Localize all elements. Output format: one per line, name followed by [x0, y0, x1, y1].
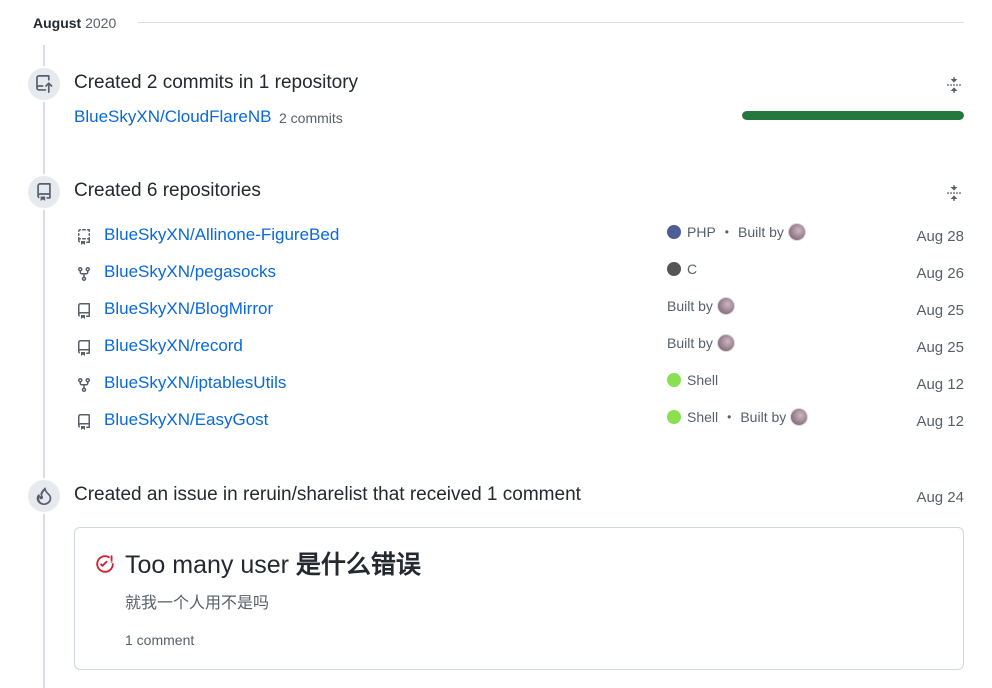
month-name: August: [33, 15, 82, 31]
repo-language: C: [687, 261, 698, 277]
push-icon: [26, 66, 62, 102]
issue-title-cjk: 是什么错误: [295, 551, 421, 579]
repo-link[interactable]: BlueSkyXN/Allinone-FigureBed: [104, 224, 339, 246]
built-by-label: Built by: [667, 298, 713, 314]
language-color-dot: [667, 410, 681, 424]
issue-date: Aug 24: [916, 489, 964, 506]
repo-meta: Shell: [667, 370, 718, 390]
built-by-label: Built by: [667, 335, 713, 351]
repo-meta: Shell • Built by: [667, 407, 809, 427]
separator-dot: •: [727, 410, 732, 424]
flame-icon: [26, 478, 62, 514]
commit-progress-bar: [742, 111, 964, 120]
timeline-line: [43, 45, 45, 688]
repo-date: Aug 12: [916, 413, 964, 430]
repositories-heading: Created 6 repositories: [74, 180, 261, 201]
avatar[interactable]: [790, 408, 809, 426]
month-divider: [138, 22, 964, 23]
repo-language: Shell: [687, 372, 719, 388]
commit-count-link[interactable]: 2 commits: [279, 109, 343, 127]
repo-icon: [26, 174, 62, 210]
separator-dot: •: [724, 225, 729, 239]
issue-body: 就我一个人用不是吗: [125, 595, 270, 612]
issue-card: Too many user 是什么错误 就我一个人用不是吗 1 comment: [74, 527, 964, 670]
repo-icon: [78, 340, 90, 356]
month-year: 2020: [85, 15, 117, 31]
template-repo-icon: [78, 229, 90, 245]
issue-comments-link[interactable]: 1 comment: [125, 631, 194, 649]
repo-row: BlueSkyXN/BlogMirror Built by Aug 25: [74, 296, 964, 326]
repo-date: Aug 28: [916, 228, 964, 245]
fork-icon: [78, 267, 90, 282]
repo-date: Aug 26: [916, 265, 964, 282]
language-color-dot: [667, 225, 681, 239]
commit-progress-fill: [742, 111, 964, 120]
repo-date: Aug 25: [916, 339, 964, 356]
issue-heading: Created an issue in reruin/sharelist tha…: [74, 484, 581, 505]
language-color-dot: [667, 373, 681, 387]
avatar[interactable]: [716, 297, 735, 315]
fold-icon[interactable]: [943, 73, 965, 97]
repo-meta: Built by: [667, 333, 735, 353]
language-color-dot: [667, 262, 681, 276]
repo-language: Shell: [687, 409, 719, 425]
repo-row: BlueSkyXN/Allinone-FigureBed PHP • Built by…: [74, 222, 964, 252]
repo-row: BlueSkyXN/record Built by Aug 25: [74, 333, 964, 363]
built-by-label: Built by: [740, 409, 787, 425]
repo-icon: [78, 303, 90, 319]
repo-link[interactable]: BlueSkyXN/EasyGost: [104, 409, 268, 431]
month-header: August 2020: [33, 13, 116, 33]
commits-heading: Created 2 commits in 1 repository: [74, 72, 359, 93]
commit-repo-link[interactable]: BlueSkyXN/CloudFlareNB: [74, 106, 271, 128]
repo-meta: C: [667, 259, 697, 279]
repo-row: BlueSkyXN/EasyGost Shell • Built by Aug 12: [74, 407, 964, 437]
repo-icon: [78, 414, 90, 430]
issue-title-link[interactable]: Too many user 是什么错误: [125, 550, 421, 580]
built-by-label: Built by: [738, 224, 784, 240]
repo-row: BlueSkyXN/iptablesUtils Shell Aug 12: [74, 370, 964, 400]
fork-icon: [78, 378, 90, 393]
issue-title-prefix: Too many user: [125, 551, 296, 579]
repo-link[interactable]: BlueSkyXN/BlogMirror: [104, 298, 273, 320]
repo-date: Aug 12: [916, 376, 964, 393]
issue-closed-icon: [96, 555, 114, 573]
avatar[interactable]: [787, 223, 806, 241]
fold-icon[interactable]: [943, 181, 965, 205]
repo-row: BlueSkyXN/pegasocks C Aug 26: [74, 259, 964, 289]
repo-link[interactable]: BlueSkyXN/iptablesUtils: [104, 372, 286, 394]
repo-link[interactable]: BlueSkyXN/record: [104, 335, 243, 357]
repo-meta: PHP • Built by: [667, 222, 806, 242]
repo-date: Aug 25: [916, 302, 964, 319]
repo-language: PHP: [687, 224, 716, 240]
avatar[interactable]: [716, 334, 735, 352]
repo-link[interactable]: BlueSkyXN/pegasocks: [104, 261, 276, 283]
repo-meta: Built by: [667, 296, 735, 316]
